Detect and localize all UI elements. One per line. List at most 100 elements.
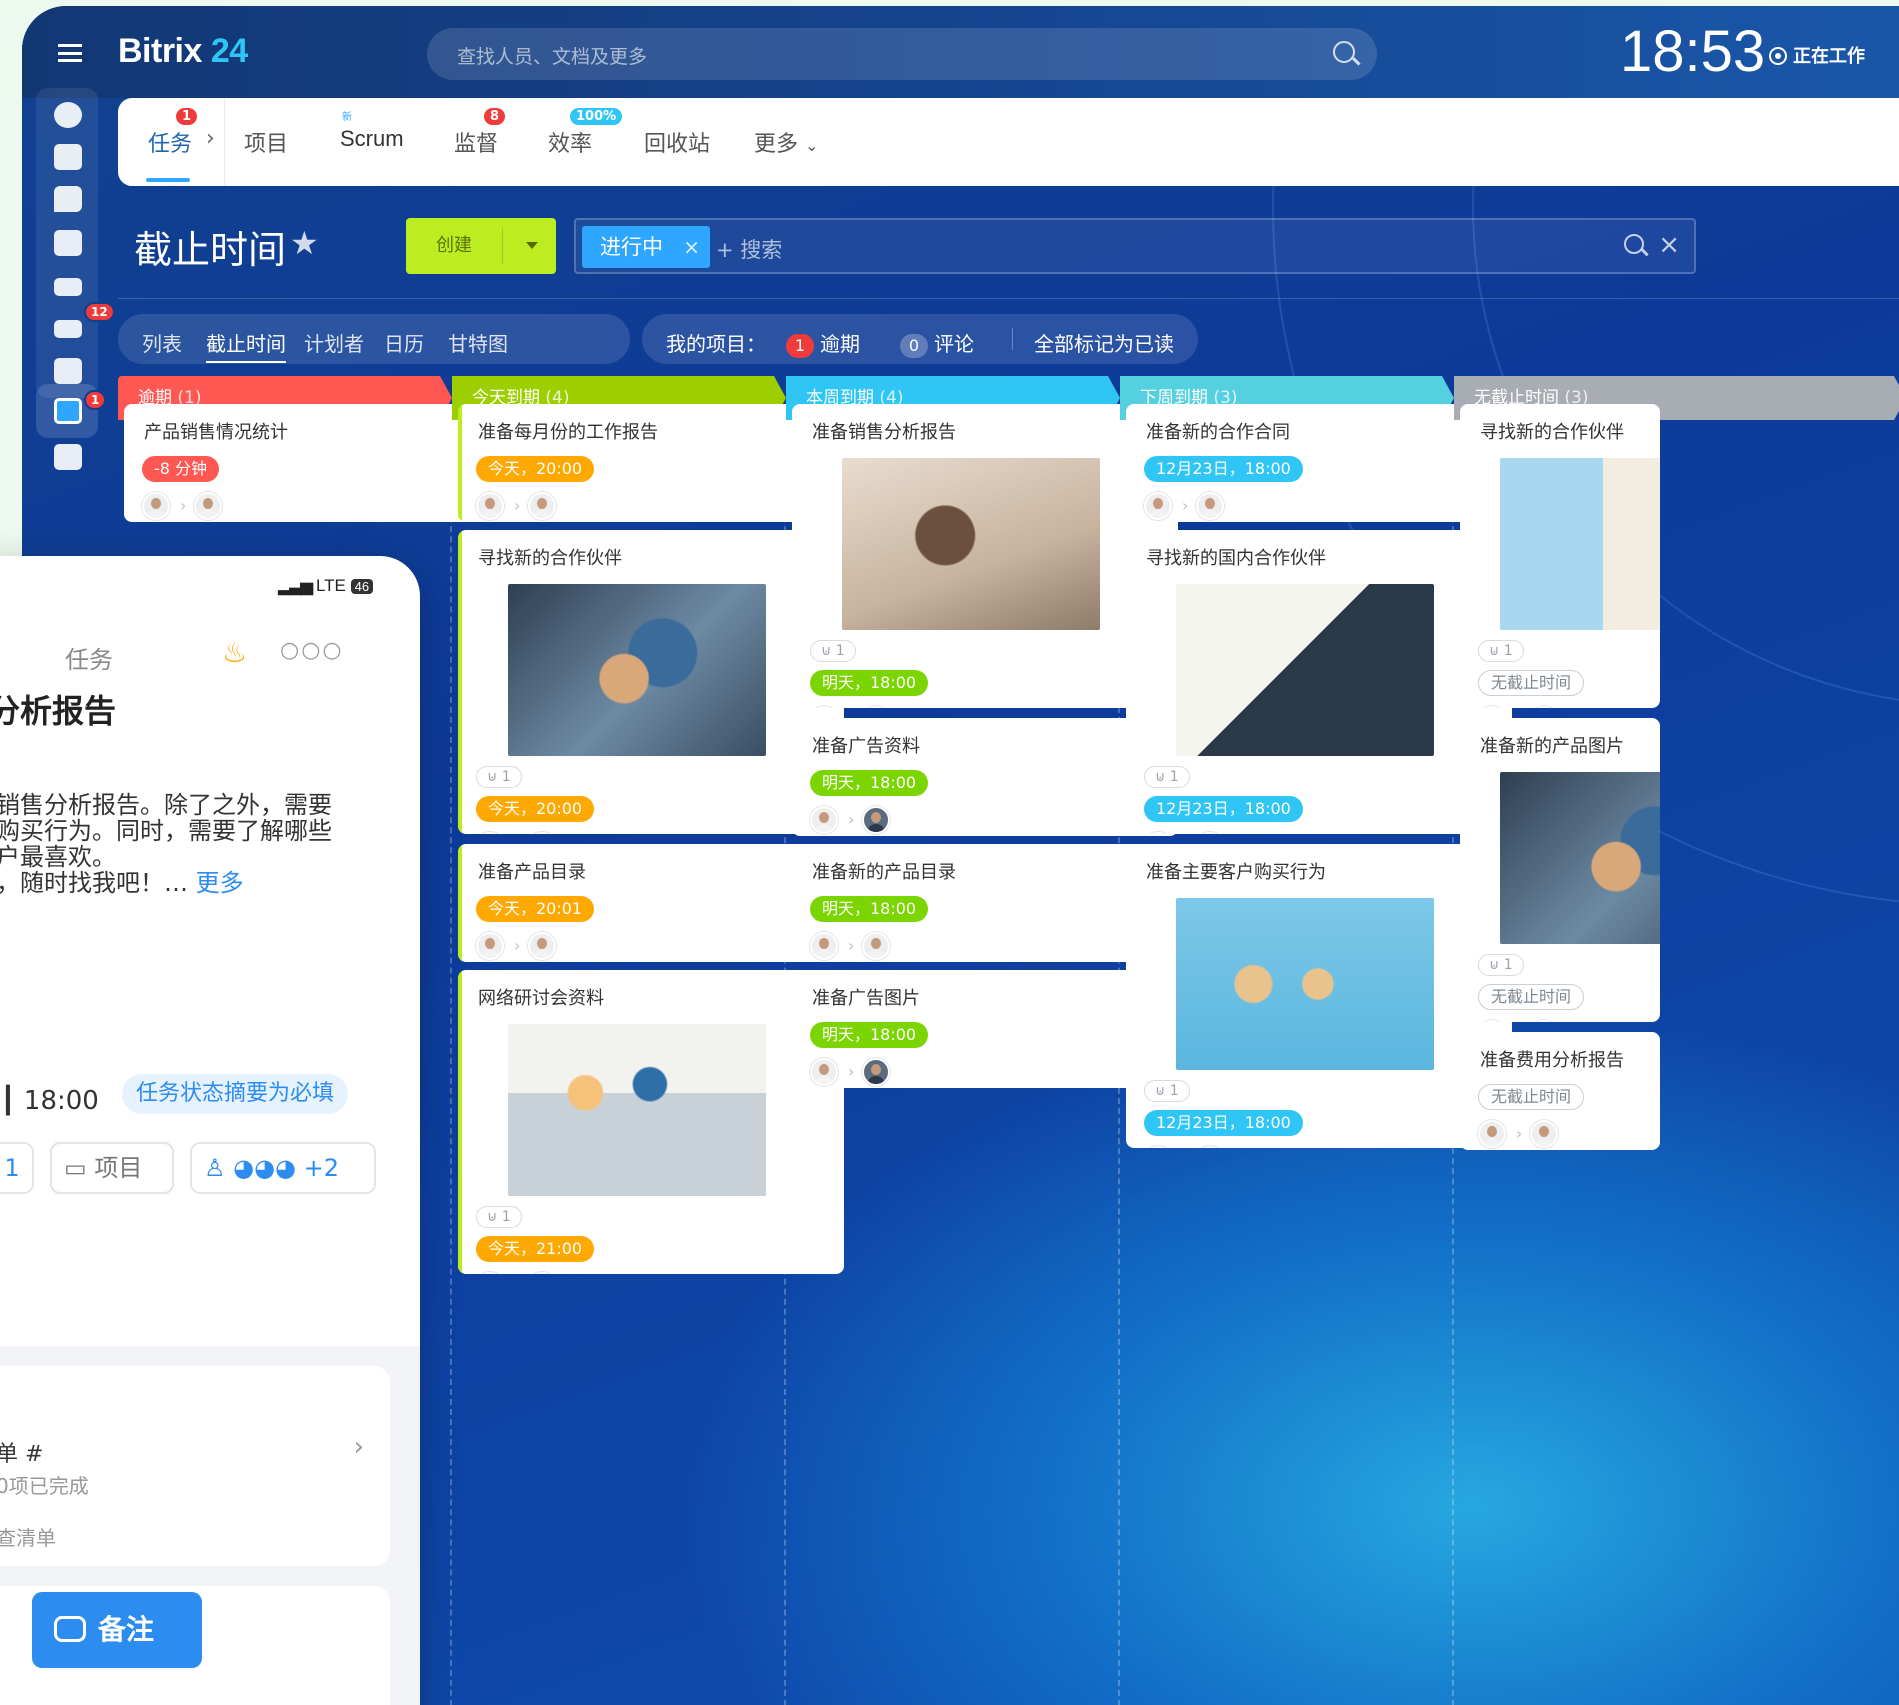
overdue-counter[interactable]: 1 逾期 bbox=[786, 328, 860, 358]
creator-avatar[interactable] bbox=[1478, 1120, 1506, 1148]
creator-avatar[interactable] bbox=[476, 932, 504, 960]
chevron-right-icon[interactable]: › bbox=[206, 126, 215, 151]
task-card[interactable]: 准备主要客户购买行为 ⊍ 1 12月23日，18:00 › bbox=[1126, 844, 1512, 1148]
checklist-link[interactable]: 查清单 bbox=[0, 1522, 56, 1551]
assignee-avatar[interactable] bbox=[862, 932, 890, 960]
creator-avatar[interactable] bbox=[1478, 706, 1506, 708]
assignee-avatar[interactable] bbox=[1530, 1020, 1558, 1022]
task-title[interactable]: 寻找新的合作伙伴 bbox=[478, 544, 622, 570]
deadline-badge[interactable]: 12月23日，18:00 bbox=[1144, 1110, 1303, 1136]
deadline-badge[interactable]: 明天，18:00 bbox=[810, 1022, 929, 1048]
tab-tasks[interactable]: 任务 bbox=[146, 126, 192, 182]
task-card[interactable]: 准备广告图片 明天，18:00 › bbox=[792, 970, 1178, 1088]
assignee-avatar[interactable] bbox=[1196, 1146, 1224, 1148]
clear-icon[interactable]: × bbox=[1658, 230, 1680, 260]
assignee-avatar[interactable] bbox=[862, 706, 890, 708]
attachment-count[interactable]: ⊍ 1 bbox=[1144, 766, 1190, 788]
creator-avatar[interactable] bbox=[810, 706, 838, 708]
filter-search-bar[interactable]: 进行中 × + 搜索 × bbox=[574, 218, 1696, 274]
more-link[interactable]: 更多 bbox=[196, 869, 244, 897]
task-title[interactable]: 准备新的合作合同 bbox=[1146, 418, 1290, 444]
assignee-avatar[interactable] bbox=[1196, 492, 1224, 520]
assignee-avatar[interactable] bbox=[528, 932, 556, 960]
phone-chip-count[interactable]: 1 bbox=[0, 1142, 34, 1194]
assignee-avatar[interactable] bbox=[194, 492, 222, 520]
task-card[interactable]: 准备费用分析报告 无截止时间 › bbox=[1460, 1032, 1660, 1150]
creator-avatar[interactable] bbox=[810, 932, 838, 960]
status-summary-hint[interactable]: 任务状态摘要为必填 bbox=[122, 1074, 349, 1114]
create-button[interactable]: 创建 bbox=[406, 218, 556, 274]
deadline-badge[interactable]: -8 分钟 bbox=[142, 456, 220, 482]
task-title[interactable]: 准备广告资料 bbox=[812, 732, 920, 758]
document-icon[interactable] bbox=[54, 358, 82, 384]
phone-members-chip[interactable]: ♙ ◕◕◕ +2 bbox=[190, 1142, 376, 1194]
deadline-badge[interactable]: 今天，20:01 bbox=[476, 896, 595, 922]
assignee-avatar[interactable] bbox=[1196, 832, 1224, 834]
assignee-avatar[interactable] bbox=[862, 806, 890, 834]
assignee-avatar[interactable] bbox=[862, 1058, 890, 1086]
filter-chip[interactable]: 进行中 × bbox=[582, 226, 710, 268]
task-card[interactable]: 准备新的合作合同 12月23日，18:00 › bbox=[1126, 404, 1512, 522]
attachment-count[interactable]: ⊍ 1 bbox=[476, 1206, 522, 1228]
creator-avatar[interactable] bbox=[810, 806, 838, 834]
deadline-badge[interactable]: 今天，21:00 bbox=[476, 1236, 595, 1262]
task-title[interactable]: 准备广告图片 bbox=[812, 984, 920, 1010]
task-title[interactable]: 准备每月份的工作报告 bbox=[478, 418, 658, 444]
calendar-icon[interactable] bbox=[54, 144, 82, 170]
view-list[interactable]: 列表 bbox=[142, 328, 182, 357]
task-card[interactable]: 准备销售分析报告 ⊍ 1 明天，18:00 › bbox=[792, 404, 1178, 708]
creator-avatar[interactable] bbox=[476, 492, 504, 520]
caret-down-icon[interactable] bbox=[526, 242, 538, 249]
note-button[interactable]: 备注 bbox=[32, 1592, 202, 1668]
work-status[interactable]: 正在工作 bbox=[1769, 42, 1865, 68]
tab-supervise[interactable]: 监督 bbox=[454, 126, 498, 158]
creator-avatar[interactable] bbox=[476, 832, 504, 834]
checklist-card[interactable]: 单 # › 0项已完成 查清单 bbox=[0, 1366, 390, 1566]
task-card[interactable]: 准备新的产品图片 ⊍ 1 无截止时间 › bbox=[1460, 718, 1660, 1022]
deadline-badge[interactable]: 12月23日，18:00 bbox=[1144, 796, 1303, 822]
deadline-badge[interactable]: 明天，18:00 bbox=[810, 670, 929, 696]
task-card[interactable]: 寻找新的合作伙伴 ⊍ 1 今天，20:00 › bbox=[458, 530, 844, 834]
task-title[interactable]: 准备新的产品目录 bbox=[812, 858, 956, 884]
deadline-badge[interactable]: 无截止时间 bbox=[1478, 670, 1585, 696]
chevron-right-icon[interactable]: › bbox=[354, 1432, 364, 1462]
attachment-count[interactable]: ⊍ 1 bbox=[1478, 954, 1524, 976]
task-card[interactable]: 产品销售情况统计1-8 分钟› bbox=[124, 404, 510, 522]
task-card[interactable]: 准备产品目录 今天，20:01 › bbox=[458, 844, 844, 962]
task-title[interactable]: 准备费用分析报告 bbox=[1480, 1046, 1624, 1072]
task-title[interactable]: 准备新的产品图片 bbox=[1480, 732, 1624, 758]
search-icon[interactable] bbox=[1333, 41, 1355, 63]
tab-projects[interactable]: 项目 bbox=[244, 126, 288, 158]
view-deadline[interactable]: 截止时间 bbox=[206, 328, 286, 363]
task-title[interactable]: 寻找新的合作伙伴 bbox=[1480, 418, 1624, 444]
view-calendar[interactable]: 日历 bbox=[384, 328, 424, 357]
view-gantt[interactable]: 甘特图 bbox=[448, 328, 508, 357]
flame-icon[interactable]: ♨ bbox=[222, 636, 247, 669]
chat-icon[interactable] bbox=[54, 186, 82, 212]
attachment-count[interactable]: ⊍ 1 bbox=[1144, 1080, 1190, 1102]
tab-scrum[interactable]: Scrum bbox=[340, 126, 404, 152]
creator-avatar[interactable] bbox=[1478, 1020, 1506, 1022]
deadline-badge[interactable]: 今天，20:00 bbox=[476, 796, 595, 822]
tab-efficiency[interactable]: 效率 bbox=[548, 126, 592, 158]
drive-icon[interactable] bbox=[54, 278, 82, 296]
contact-card-icon[interactable] bbox=[54, 444, 82, 470]
task-card[interactable]: 寻找新的国内合作伙伴 ⊍ 1 12月23日，18:00 › bbox=[1126, 530, 1512, 834]
creator-avatar[interactable] bbox=[1144, 1146, 1172, 1148]
task-card[interactable]: 网络研讨会资料 ⊍ 1 今天，21:00 › bbox=[458, 970, 844, 1274]
task-title[interactable]: 网络研讨会资料 bbox=[478, 984, 604, 1010]
phone-project-chip[interactable]: ▭ 项目 bbox=[50, 1142, 174, 1194]
schedule-icon[interactable] bbox=[54, 230, 82, 256]
tab-more[interactable]: 更多 ⌄ bbox=[754, 126, 818, 158]
logo[interactable]: Bitrix 24 bbox=[118, 32, 248, 71]
tab-recycle-bin[interactable]: 回收站 bbox=[644, 126, 710, 158]
attachment-count[interactable]: ⊍ 1 bbox=[476, 766, 522, 788]
feed-icon[interactable] bbox=[54, 102, 82, 128]
deadline-badge[interactable]: 12月23日，18:00 bbox=[1144, 456, 1303, 482]
task-title[interactable]: 准备产品目录 bbox=[478, 858, 586, 884]
task-title[interactable]: 准备主要客户购买行为 bbox=[1146, 858, 1326, 884]
creator-avatar[interactable] bbox=[1144, 492, 1172, 520]
search-icon[interactable] bbox=[1624, 234, 1644, 254]
tasks-icon[interactable] bbox=[54, 398, 82, 424]
chip-close-icon[interactable]: × bbox=[683, 226, 700, 268]
